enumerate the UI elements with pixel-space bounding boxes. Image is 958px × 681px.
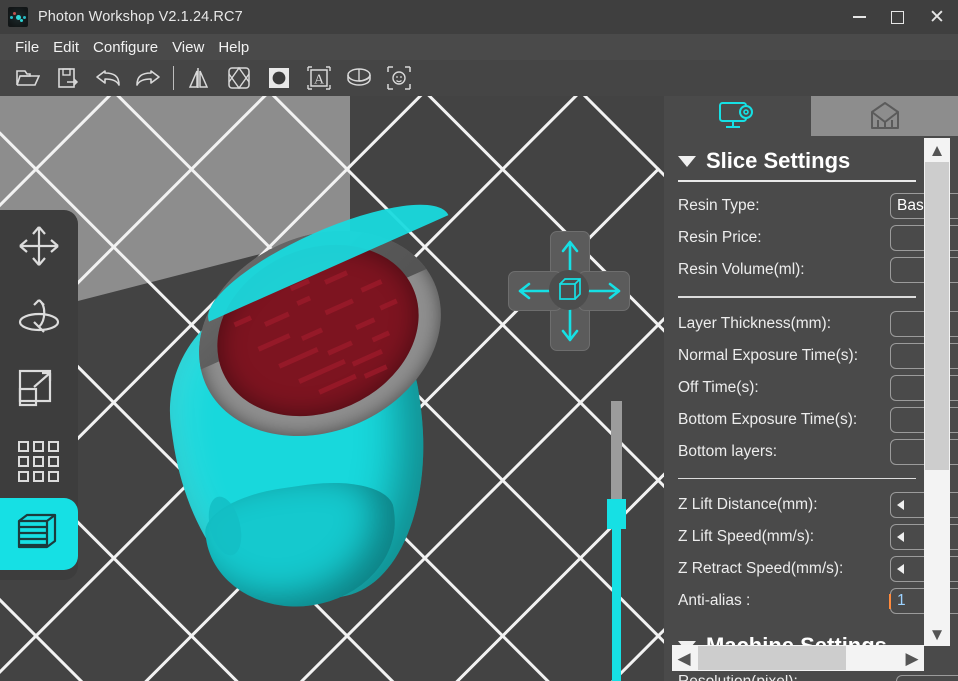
text-label-icon[interactable]: A bbox=[299, 62, 339, 94]
label-bottom-exposure-time: Bottom Exposure Time(s): bbox=[678, 410, 858, 428]
minimize-icon[interactable] bbox=[840, 0, 878, 34]
group-divider-1 bbox=[678, 296, 916, 298]
row-z-lift-distance: Z Lift Distance(mm): bbox=[678, 489, 958, 521]
sliced-head-model[interactable] bbox=[150, 180, 474, 619]
app-logo-icon bbox=[8, 7, 28, 27]
label-anti-alias: Anti-alias : bbox=[678, 592, 751, 610]
slider-handle-top[interactable] bbox=[607, 499, 626, 529]
support-icon[interactable] bbox=[219, 62, 259, 94]
chevron-up-icon[interactable]: ▲ bbox=[924, 138, 950, 162]
window-title: Photon Workshop V2.1.24.RC7 bbox=[38, 9, 243, 25]
row-resin-price: Resin Price: 35 bbox=[678, 222, 958, 254]
spinner-left-icon[interactable] bbox=[897, 500, 904, 511]
slice-tool[interactable] bbox=[0, 498, 78, 570]
label-resin-volume: Resin Volume(ml): bbox=[678, 261, 805, 278]
label-normal-exposure-time: Normal Exposure Time(s): bbox=[678, 346, 859, 364]
window-controls: ✕ bbox=[840, 0, 958, 34]
cube-icon[interactable] bbox=[549, 270, 589, 310]
row-off-time: Off Time(s): bbox=[678, 372, 958, 404]
label-resin-type: Resin Type: bbox=[678, 197, 760, 214]
settings-scroll-area: Slice Settings Resin Type: Basic Resin P… bbox=[672, 136, 958, 681]
spinner-left-icon[interactable] bbox=[897, 564, 904, 575]
section-title-slice-settings: Slice Settings bbox=[706, 148, 851, 173]
chevron-down-icon[interactable]: ▼ bbox=[924, 622, 950, 646]
group-divider-2 bbox=[678, 477, 916, 480]
chevron-left-icon[interactable]: ◀ bbox=[672, 645, 696, 671]
section-slice-settings-header[interactable]: Slice Settings bbox=[678, 148, 958, 174]
vertical-scrollbar-thumb[interactable] bbox=[925, 162, 949, 470]
move-tool[interactable] bbox=[0, 210, 78, 282]
tab-machine-preview[interactable] bbox=[811, 96, 958, 136]
label-off-time: Off Time(s): bbox=[678, 378, 759, 396]
photon-workshop-window: Photon Workshop V2.1.24.RC7 ✕ File Edit … bbox=[0, 0, 958, 681]
label-z-lift-speed: Z Lift Speed(mm/s): bbox=[678, 528, 815, 546]
3d-viewport[interactable] bbox=[0, 96, 664, 681]
left-tool-dock bbox=[0, 210, 78, 580]
svg-text:A: A bbox=[314, 73, 325, 88]
horizontal-scrollbar-thumb[interactable] bbox=[698, 646, 846, 670]
mirror-icon[interactable] bbox=[179, 62, 219, 94]
label-bottom-layers: Bottom layers: bbox=[678, 442, 778, 460]
label-z-retract-speed: Z Retract Speed(mm/s): bbox=[678, 560, 844, 578]
chevron-right-icon[interactable]: ▶ bbox=[900, 645, 924, 671]
navigation-gizmo[interactable] bbox=[508, 231, 630, 351]
row-z-retract-speed: Z Retract Speed(mm/s): bbox=[678, 553, 958, 585]
menu-edit[interactable]: Edit bbox=[46, 37, 86, 58]
row-resin-volume: Resin Volume(ml): bbox=[678, 254, 958, 286]
slider-track bbox=[611, 401, 622, 501]
toolbar-separator bbox=[173, 66, 174, 90]
row-resolution: Resolution(pixel): bbox=[678, 675, 958, 681]
label-resolution: Resolution(pixel): bbox=[678, 675, 798, 681]
field-resolution[interactable] bbox=[896, 675, 958, 681]
panel-vertical-scrollbar[interactable]: ▲ ▼ bbox=[924, 138, 950, 646]
row-normal-exposure-time: Normal Exposure Time(s): bbox=[678, 340, 958, 372]
row-anti-alias: Anti-alias : 1 bbox=[678, 585, 958, 617]
row-layer-thickness: Layer Thickness(mm): bbox=[678, 308, 958, 340]
menu-help[interactable]: Help bbox=[211, 37, 256, 58]
title-bar: Photon Workshop V2.1.24.RC7 ✕ bbox=[0, 0, 958, 35]
open-file-icon[interactable] bbox=[8, 62, 48, 94]
row-resin-type: Resin Type: Basic bbox=[678, 190, 958, 222]
chevron-down-icon[interactable] bbox=[678, 155, 696, 167]
punch-hole-icon[interactable] bbox=[259, 62, 299, 94]
panel-tabs bbox=[664, 96, 958, 136]
menu-configure[interactable]: Configure bbox=[86, 37, 165, 58]
close-icon[interactable]: ✕ bbox=[916, 0, 958, 34]
face-detect-icon[interactable] bbox=[379, 62, 419, 94]
rotate-tool[interactable] bbox=[0, 282, 78, 354]
save-file-icon[interactable] bbox=[48, 62, 88, 94]
panel-horizontal-scrollbar[interactable]: ◀ ▶ bbox=[672, 645, 924, 671]
spinner-left-icon[interactable] bbox=[897, 532, 904, 543]
slider-range-fill bbox=[612, 519, 621, 681]
menu-view[interactable]: View bbox=[165, 37, 211, 58]
text-cursor bbox=[889, 593, 891, 609]
row-z-lift-speed: Z Lift Speed(mm/s): bbox=[678, 521, 958, 553]
undo-icon[interactable] bbox=[88, 62, 128, 94]
label-layer-thickness: Layer Thickness(mm): bbox=[678, 314, 832, 332]
row-bottom-exposure-time: Bottom Exposure Time(s): bbox=[678, 404, 958, 436]
hollow-icon[interactable] bbox=[339, 62, 379, 94]
menu-file[interactable]: File bbox=[8, 37, 46, 58]
menu-bar: File Edit Configure View Help bbox=[0, 34, 958, 60]
label-resin-price: Resin Price: bbox=[678, 229, 762, 246]
label-z-lift-distance: Z Lift Distance(mm): bbox=[678, 496, 818, 514]
settings-panel: Slice Settings Resin Type: Basic Resin P… bbox=[664, 96, 958, 681]
scale-tool[interactable] bbox=[0, 354, 78, 426]
toolbar: A bbox=[0, 60, 958, 96]
redo-icon[interactable] bbox=[128, 62, 168, 94]
arrange-tool[interactable] bbox=[0, 426, 78, 498]
tab-slice-settings[interactable] bbox=[664, 96, 811, 136]
slice-range-slider[interactable] bbox=[605, 401, 627, 681]
row-bottom-layers: Bottom layers: bbox=[678, 436, 958, 468]
section-divider bbox=[678, 180, 916, 182]
maximize-icon[interactable] bbox=[878, 0, 916, 34]
